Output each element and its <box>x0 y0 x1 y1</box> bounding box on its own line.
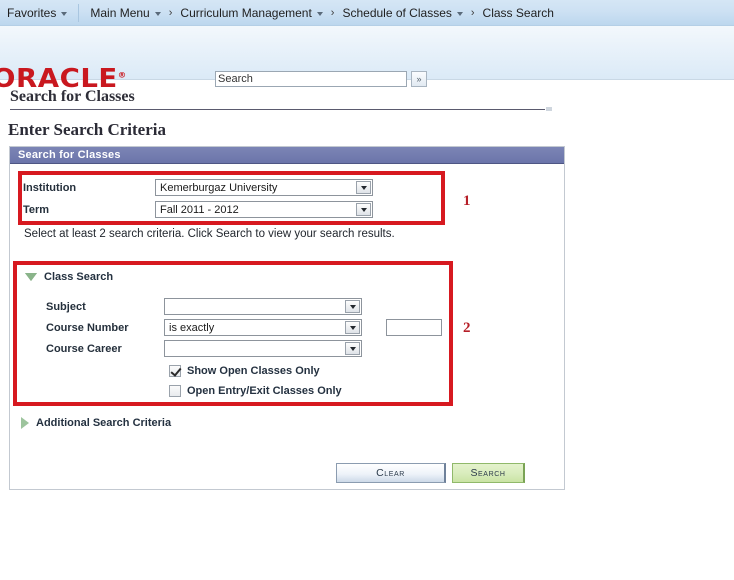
show-open-classes-checkbox[interactable] <box>169 365 181 377</box>
class-search-section-label: Class Search <box>44 271 114 283</box>
top-navigation-bar: Favorites Main Menu › Curriculum Managem… <box>0 0 734 26</box>
open-entry-exit-label: Open Entry/Exit Classes Only <box>187 385 342 397</box>
chevron-down-icon[interactable] <box>345 342 360 355</box>
term-label: Term <box>23 203 50 216</box>
triangle-down-icon <box>25 273 37 281</box>
search-for-classes-panel: Search for Classes <box>9 146 565 490</box>
breadcrumb-label: Class Search <box>482 5 554 20</box>
breadcrumb: Main Menu › Curriculum Management › Sche… <box>83 0 561 26</box>
course-number-label: Course Number <box>46 321 129 334</box>
additional-search-criteria-toggle[interactable]: Additional Search Criteria <box>21 417 171 429</box>
search-button[interactable]: Search <box>452 463 525 483</box>
institution-value: Kemerburgaz University <box>160 181 278 194</box>
search-submit-button[interactable]: » <box>411 71 427 87</box>
breadcrumb-label: Curriculum Management <box>180 5 312 20</box>
nav-item-main-menu[interactable]: Main Menu <box>83 0 167 26</box>
additional-search-criteria-label: Additional Search Criteria <box>36 417 172 429</box>
chevron-down-icon <box>456 11 463 16</box>
class-search-section-toggle[interactable]: Class Search <box>25 271 113 283</box>
clear-button[interactable]: Clear <box>336 463 446 483</box>
panel-header: Search for Classes <box>10 147 564 164</box>
open-entry-exit-checkbox-row[interactable]: Open Entry/Exit Classes Only <box>169 385 342 397</box>
institution-label: Institution <box>23 181 77 194</box>
annotation-number-1: 1 <box>463 193 471 209</box>
search-criteria-note: Select at least 2 search criteria. Click… <box>24 228 395 240</box>
subject-label: Subject <box>46 300 86 313</box>
show-open-classes-label: Show Open Classes Only <box>187 365 320 377</box>
application-header: ORACLE® » <box>0 26 734 92</box>
chevron-down-icon <box>154 11 161 16</box>
subject-row: Subject <box>46 298 362 315</box>
institution-row: Institution Kemerburgaz University <box>23 179 373 196</box>
course-career-dropdown[interactable] <box>164 340 362 357</box>
chevron-down-icon[interactable] <box>356 181 371 194</box>
chevron-down-icon[interactable] <box>356 203 371 216</box>
open-entry-exit-checkbox[interactable] <box>169 385 181 397</box>
show-open-classes-checkbox-row[interactable]: Show Open Classes Only <box>169 365 320 377</box>
title-divider <box>10 107 552 111</box>
page-subtitle: Enter Search Criteria <box>8 120 166 139</box>
chevron-down-icon <box>61 11 68 16</box>
chevron-down-icon[interactable] <box>345 321 360 334</box>
breadcrumb-item-curriculum-management[interactable]: Curriculum Management <box>173 0 329 26</box>
subject-dropdown[interactable] <box>164 298 362 315</box>
chevron-down-icon <box>316 11 323 16</box>
term-row: Term Fall 2011 - 2012 <box>23 201 373 218</box>
favorites-label: Favorites <box>7 5 57 20</box>
nav-item-favorites[interactable]: Favorites <box>0 0 74 26</box>
course-number-operator-value: is exactly <box>169 321 215 334</box>
course-career-label: Course Career <box>46 342 122 355</box>
course-number-row: Course Number is exactly <box>46 319 442 336</box>
course-career-row: Course Career <box>46 340 362 357</box>
term-value: Fall 2011 - 2012 <box>160 203 239 216</box>
breadcrumb-item-schedule-of-classes[interactable]: Schedule of Classes <box>335 0 469 26</box>
breadcrumb-label: Schedule of Classes <box>342 5 452 20</box>
annotation-number-2: 2 <box>463 320 471 336</box>
nav-divider <box>78 3 80 22</box>
course-number-operator-dropdown[interactable]: is exactly <box>164 319 362 336</box>
course-number-input[interactable] <box>386 319 442 336</box>
breadcrumb-item-class-search: Class Search <box>476 0 561 26</box>
search-input[interactable] <box>215 71 407 87</box>
term-dropdown[interactable]: Fall 2011 - 2012 <box>155 201 373 218</box>
chevron-down-icon[interactable] <box>345 300 360 313</box>
main-menu-label: Main Menu <box>90 5 150 20</box>
oracle-logo-trademark: ® <box>117 70 127 80</box>
triangle-right-icon <box>21 417 29 429</box>
favorites-group: Favorites <box>0 0 74 26</box>
page-title: Search for Classes <box>10 88 135 105</box>
institution-dropdown[interactable]: Kemerburgaz University <box>155 179 373 196</box>
header-search-group: » <box>215 71 427 87</box>
